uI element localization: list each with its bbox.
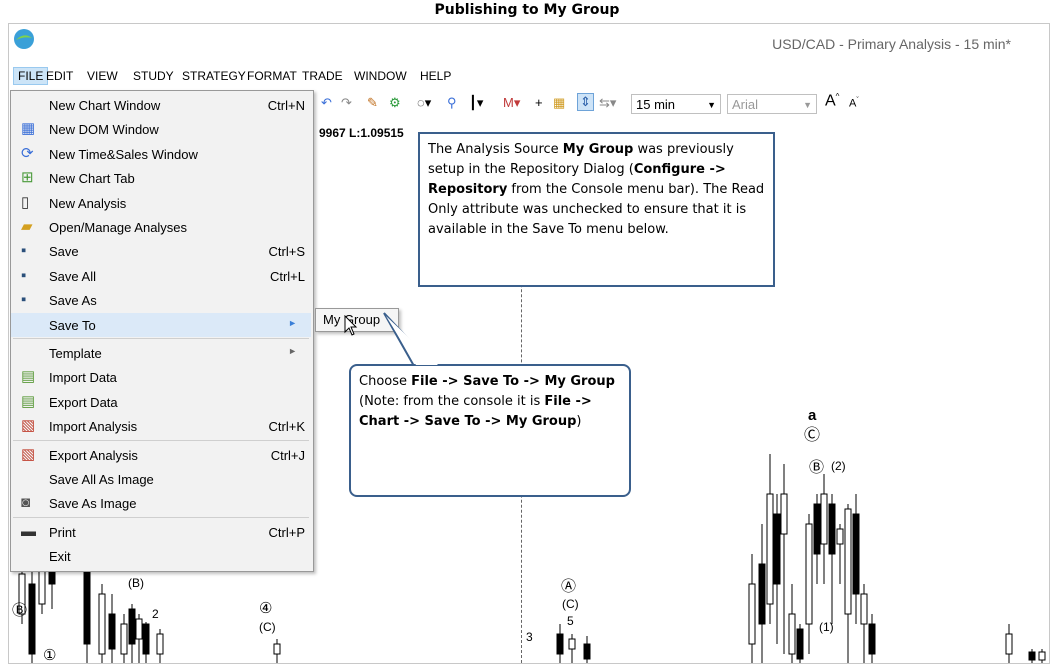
document-title: Publishing to My Group — [434, 2, 620, 18]
callout-pointer-join — [386, 316, 438, 365]
app-window: USD/CAD - Primary Analysis - 15 min* FIL… — [8, 23, 1050, 664]
